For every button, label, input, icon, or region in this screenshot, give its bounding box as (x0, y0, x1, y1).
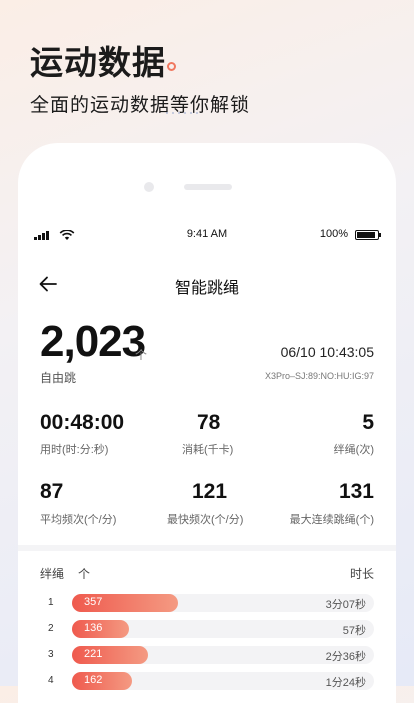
phone-mockup: 9:41 AM 100% 智能跳绳 2,023 个 自由跳 06/10 10:4… (18, 143, 396, 703)
status-bar: 9:41 AM 100% (18, 227, 396, 243)
stat-avg-freq-value: 87 (40, 480, 64, 503)
battery-icon (355, 230, 381, 240)
earpiece-speaker (184, 184, 232, 190)
stat-max-streak-label: 最大连续跳绳(个) (289, 514, 374, 526)
stat-duration-value: 00:48:00 (40, 411, 125, 434)
progress-track: 357 3分07秒 (72, 594, 374, 612)
stat-max-freq-value: 121 (192, 480, 228, 503)
row-count: 357 (84, 596, 103, 608)
stat-calories-value: 78 (197, 411, 221, 434)
accent-dot (167, 62, 176, 71)
row-index: 2 (48, 623, 54, 634)
stat-trips-value: 5 (362, 411, 374, 434)
progress-track: 162 1分24秒 (72, 672, 374, 690)
list-item: 4 162 1分24秒 (18, 671, 396, 693)
row-duration: 57秒 (342, 625, 366, 637)
section-divider (18, 545, 396, 551)
device-id: X3Pro–SJ:89:NO:HU:IG:97 (264, 371, 374, 381)
row-index: 4 (48, 675, 54, 686)
session-datetime: 06/10 10:43:05 (280, 344, 374, 360)
nav-bar: 智能跳绳 (18, 269, 396, 299)
stat-calories-label: 消耗(千卡) (182, 444, 234, 456)
row-duration: 2分36秒 (325, 651, 366, 663)
row-index: 3 (48, 649, 54, 660)
list-item: 3 221 2分36秒 (18, 645, 396, 667)
promo-title: 运动数据 (30, 44, 166, 81)
stat-trips-label: 绊绳(次) (333, 444, 374, 456)
trips-header-duration: 时长 (349, 567, 374, 581)
list-item: 1 357 3分07秒 (18, 593, 396, 615)
stat-max-freq-label: 最快频次(个/分) (167, 514, 244, 526)
trips-header-unit: 个 (78, 567, 91, 581)
row-duration: 3分07秒 (325, 599, 366, 611)
progress-track: 136 57秒 (72, 620, 374, 638)
stat-duration-label: 用时(时:分:秒) (40, 444, 109, 456)
stat-avg-freq-label: 平均频次(个/分) (40, 514, 117, 526)
row-count: 162 (84, 674, 103, 686)
jump-count: 2,023 (40, 317, 146, 366)
progress-track: 221 2分36秒 (72, 646, 374, 664)
row-count: 136 (84, 622, 103, 634)
stat-max-streak-value: 131 (338, 480, 374, 503)
row-index: 1 (48, 597, 54, 608)
battery-percentage: 100% (319, 228, 348, 240)
promo-subtitle: 全面的运动数据等你解锁 (30, 95, 251, 116)
front-camera (144, 182, 154, 192)
trips-header-label: 绊绳 (40, 567, 65, 581)
page-title: 智能跳绳 (174, 280, 239, 297)
list-item: 2 136 57秒 (18, 619, 396, 641)
mode-label: 自由跳 (40, 371, 77, 385)
decorative-dots (166, 112, 198, 114)
row-duration: 1分24秒 (325, 677, 366, 689)
row-count: 221 (84, 648, 103, 660)
jump-count-unit: 个 (135, 348, 148, 362)
